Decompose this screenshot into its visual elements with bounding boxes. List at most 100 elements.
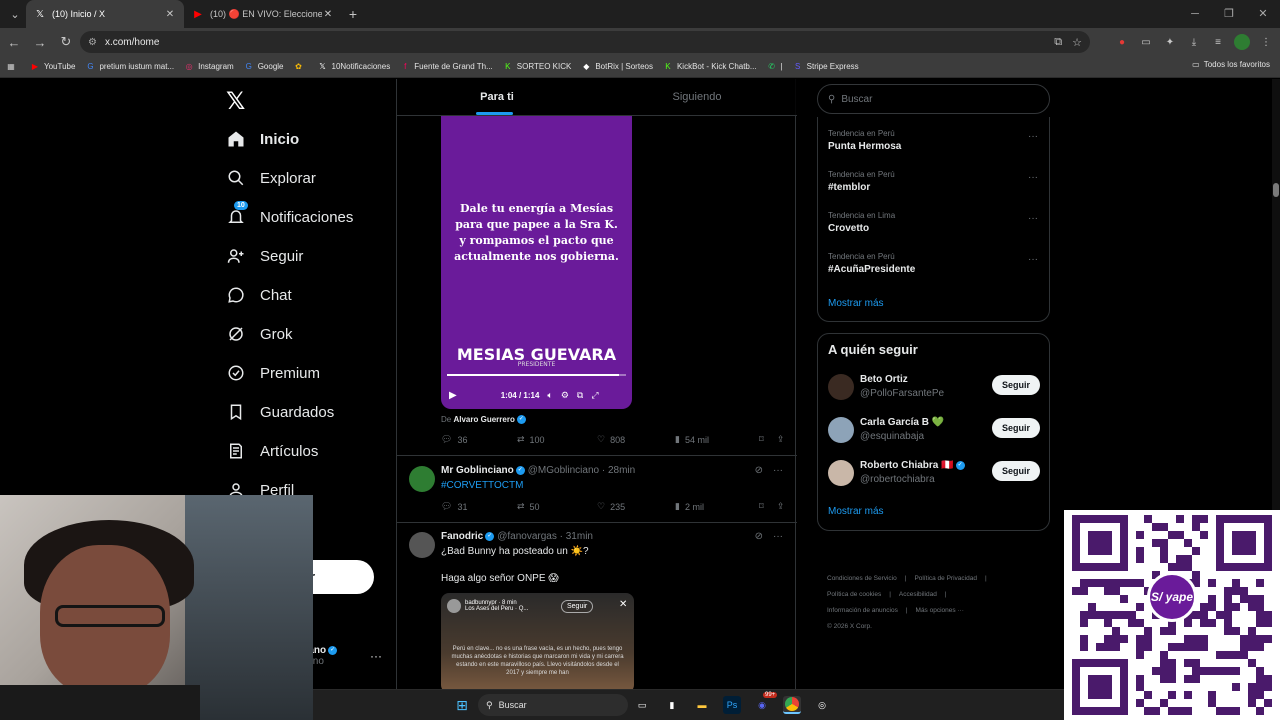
author-name[interactable]: Mr Goblinciano xyxy=(441,465,514,476)
install-app-icon[interactable]: ⧉ xyxy=(1054,36,1062,49)
bookmark-item[interactable]: f Fuente de Grand Th... xyxy=(400,62,493,72)
bookmark-item[interactable]: K SORTEO KICK xyxy=(503,62,571,72)
follow-suggestion[interactable]: Beto Ortiz @PolloFarsantePe Seguir xyxy=(828,374,1040,404)
extension-icon[interactable]: ▭ xyxy=(1138,34,1154,50)
close-icon[interactable]: ✕ xyxy=(164,9,176,20)
chrome-icon[interactable] xyxy=(783,696,801,714)
footer-link[interactable]: Política de cookies xyxy=(827,591,881,598)
embedded-image[interactable]: badbunnypr · 8 min Los Ases del Peru · Q.… xyxy=(441,593,634,689)
trend-item[interactable]: Tendencia en Perú #AcuñaPresidente ··· xyxy=(828,252,1038,275)
nav-item-inicio[interactable]: Inicio xyxy=(226,129,299,149)
discord-icon[interactable]: ◉ xyxy=(753,696,771,714)
app-icon[interactable]: ▮ xyxy=(663,696,681,714)
bookmark-item[interactable]: ✿ xyxy=(294,62,308,72)
puzzle-icon[interactable]: ✦ xyxy=(1162,34,1178,50)
volume-icon[interactable]: 🔈︎ xyxy=(547,390,552,401)
share-icon[interactable]: ⇪ xyxy=(777,434,785,445)
hashtag-link[interactable]: #CORVETTOCTM xyxy=(441,479,523,492)
follow-button[interactable]: Seguir xyxy=(991,461,1040,481)
who-show-more-link[interactable]: Mostrar más xyxy=(828,506,884,517)
site-info-icon[interactable]: ⚙ xyxy=(88,37,97,48)
avatar[interactable] xyxy=(409,532,435,558)
task-view-icon[interactable]: ▭ xyxy=(633,696,651,714)
extension-icon[interactable]: ● xyxy=(1114,34,1130,50)
taskbar-search[interactable]: ⚲ Buscar xyxy=(478,694,628,716)
play-icon[interactable]: ▶ xyxy=(449,390,457,401)
tab-para-ti[interactable]: Para ti xyxy=(397,79,597,115)
settings-icon[interactable]: ⚙ xyxy=(561,390,569,401)
like-button[interactable]: ♡ 235 xyxy=(597,501,675,512)
nav-item-premium[interactable]: Premium xyxy=(226,363,320,383)
bookmark-item[interactable]: ✆ | xyxy=(767,62,782,72)
footer-link[interactable]: Información de anuncios xyxy=(827,607,898,614)
tab-siguiendo[interactable]: Siguiendo xyxy=(597,79,797,115)
all-bookmarks-button[interactable]: ▭ Todos los favoritos xyxy=(1192,60,1270,69)
trend-item[interactable]: Tendencia en Lima Crovetto ··· xyxy=(828,211,1038,234)
more-icon[interactable]: ··· xyxy=(773,531,783,542)
nav-item-guardados[interactable]: Guardados xyxy=(226,402,334,422)
author-name[interactable]: Fanodric xyxy=(441,531,483,542)
back-icon[interactable]: ← xyxy=(2,35,26,50)
restore-icon[interactable]: ❐ xyxy=(1212,0,1246,28)
avatar[interactable] xyxy=(1234,34,1250,50)
nav-item-chat[interactable]: Chat xyxy=(226,285,292,305)
download-icon[interactable]: ⤓ xyxy=(1186,34,1202,50)
reply-button[interactable]: 💬︎ 31 xyxy=(441,501,517,512)
video-player[interactable]: Dale tu energía a Mesías para que papee … xyxy=(441,116,632,409)
more-icon[interactable]: ··· xyxy=(773,465,783,476)
file-explorer-icon[interactable]: ▬ xyxy=(693,696,711,714)
bookmark-item[interactable]: ◆ BotRix | Sorteos xyxy=(581,62,653,72)
follow-suggestion[interactable]: Roberto Chiabra 🇵🇪 ✓ @robertochiabra Segu… xyxy=(828,460,1040,490)
menu-icon[interactable]: ⋮ xyxy=(1258,34,1274,50)
apps-icon[interactable]: ▦ xyxy=(6,62,20,72)
photoshop-icon[interactable]: Ps xyxy=(723,696,741,714)
nav-item-articulos[interactable]: Artículos xyxy=(226,441,318,461)
footer-link[interactable]: Más opciones ··· xyxy=(916,607,964,614)
app-icon[interactable]: ◎ xyxy=(813,696,831,714)
share-icon[interactable]: ⇪ xyxy=(777,501,785,512)
nav-item-seguir[interactable]: Seguir xyxy=(226,246,303,266)
footer-link[interactable]: © 2026 X Corp. xyxy=(827,623,872,630)
bookmark-icon[interactable]: ⌑ xyxy=(759,501,777,512)
trend-item[interactable]: Tendencia en Perú #temblor ··· xyxy=(828,170,1038,193)
nav-item-explorar[interactable]: Explorar xyxy=(226,168,316,188)
bookmark-icon[interactable]: ⌑ xyxy=(759,434,777,445)
follow-button[interactable]: Seguir xyxy=(991,375,1040,395)
from-author[interactable]: Alvaro Guerrero xyxy=(453,415,514,424)
trend-item[interactable]: Tendencia en Perú Punta Hermosa ··· xyxy=(828,129,1038,152)
windows-start-icon[interactable]: ⊞ xyxy=(453,696,471,714)
tab-x-home[interactable]: 𝕏 (10) Inicio / X ✕ xyxy=(26,0,184,28)
footer-link[interactable]: Condiciones de Servicio xyxy=(827,575,897,582)
search-input[interactable]: ⚲ Buscar xyxy=(817,84,1050,114)
fullscreen-icon[interactable]: ⤢ xyxy=(591,390,598,401)
nav-item-grok[interactable]: Grok xyxy=(226,324,293,344)
bookmark-item[interactable]: S Stripe Express xyxy=(793,62,859,72)
account-more-icon[interactable]: ··· xyxy=(370,649,382,663)
pip-icon[interactable]: ⧉ xyxy=(577,390,583,401)
nav-item-notificaciones[interactable]: 10 Notificaciones xyxy=(226,201,353,227)
repost-button[interactable]: ⇄ 50 xyxy=(517,501,597,512)
address-bar[interactable]: ⚙ x.com/home ⧉ ☆ xyxy=(80,31,1090,53)
tab-youtube-live[interactable]: ▶ (10) 🔴 EN VIVO: Elecciones Ge ✕ xyxy=(184,0,342,28)
reply-button[interactable]: 💬︎ 36 xyxy=(441,434,517,445)
forward-icon[interactable]: → xyxy=(28,35,52,50)
follow-button[interactable]: Seguir xyxy=(991,418,1040,438)
footer-link[interactable]: Accesibilidad xyxy=(899,591,937,598)
video-progress-bar[interactable] xyxy=(447,374,626,376)
views-button[interactable]: ▮ 2 mil xyxy=(675,501,759,512)
like-button[interactable]: ♡ 808 xyxy=(597,434,675,445)
more-icon[interactable]: ··· xyxy=(1028,254,1038,265)
views-button[interactable]: ▮ 54 mil xyxy=(675,434,759,445)
bookmark-item[interactable]: G Google xyxy=(244,62,284,72)
tab-search-icon[interactable]: ⌄ xyxy=(4,4,26,24)
bookmark-item[interactable]: Gpretium iustum mat... xyxy=(85,62,174,72)
grok-icon[interactable]: ⊘ xyxy=(755,531,763,542)
close-window-icon[interactable]: ✕ xyxy=(1246,0,1280,28)
more-icon[interactable]: ··· xyxy=(1028,172,1038,183)
more-icon[interactable]: ··· xyxy=(1028,213,1038,224)
close-icon[interactable]: ✕ xyxy=(322,9,334,20)
footer-link[interactable]: Política de Privacidad xyxy=(914,575,977,582)
repost-button[interactable]: ⇄ 100 xyxy=(517,434,597,445)
follow-suggestion[interactable]: Carla García B 💚 @esquinabaja Seguir xyxy=(828,417,1040,447)
star-icon[interactable]: ☆ xyxy=(1072,36,1082,49)
